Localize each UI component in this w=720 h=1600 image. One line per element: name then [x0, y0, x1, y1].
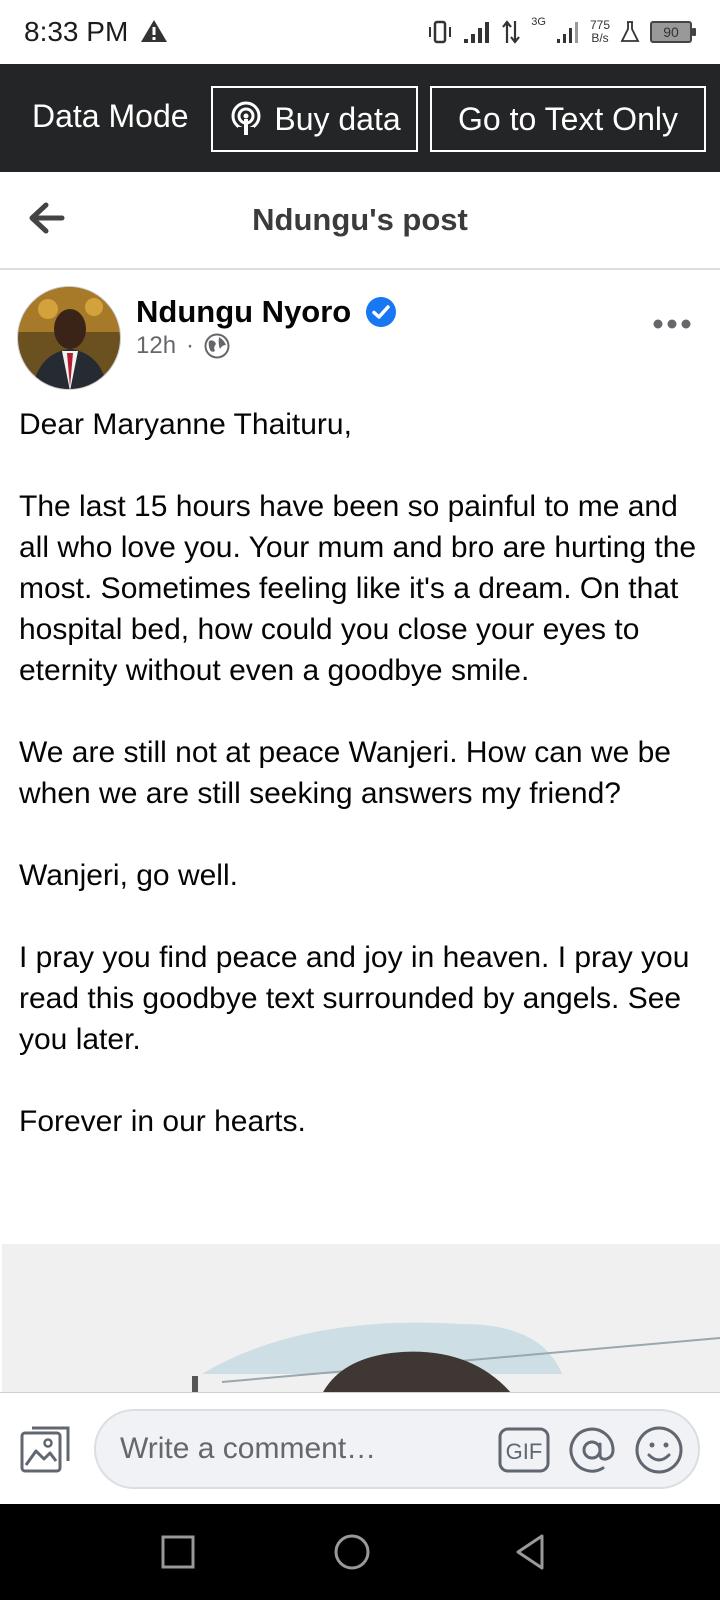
- net-speed: 775 B/s: [590, 19, 610, 45]
- emoji-icon[interactable]: [634, 1425, 684, 1475]
- more-options-icon[interactable]: [652, 318, 692, 330]
- buy-data-label: Buy data: [274, 100, 401, 137]
- status-bar: 8:33 PM 3G 775 B/s 90: [0, 0, 720, 64]
- data-mode-bar: Data Mode Buy data Go to Text Only: [0, 64, 720, 172]
- status-icons: 3G 775 B/s 90: [427, 14, 696, 50]
- data-mode-label: Data Mode: [32, 98, 189, 134]
- signal-3g-icon: [556, 22, 578, 43]
- system-nav-bar: [0, 1504, 720, 1600]
- net-speed-unit: B/s: [591, 31, 609, 45]
- photo-icon[interactable]: [20, 1425, 72, 1473]
- post-time[interactable]: 12h: [136, 332, 176, 360]
- page-title: Ndungu's post: [252, 202, 468, 237]
- svg-text:GIF: GIF: [506, 1439, 543, 1464]
- globe-icon: [204, 333, 230, 359]
- post-meta: 12h ·: [136, 332, 230, 360]
- battery-icon: 90: [650, 21, 696, 43]
- meta-separator: ·: [186, 332, 195, 359]
- mention-icon[interactable]: [567, 1425, 617, 1475]
- vibrate-icon: [429, 20, 452, 44]
- buy-data-button[interactable]: Buy data: [211, 86, 418, 152]
- post-image[interactable]: [2, 1244, 720, 1394]
- go-text-only-label: Go to Text Only: [458, 100, 678, 137]
- avatar[interactable]: [17, 286, 121, 390]
- verified-badge-icon: [366, 297, 396, 327]
- post-photo: [2, 1244, 720, 1394]
- avatar-photo: [18, 287, 120, 389]
- post-paragraph: Dear Maryanne Thaituru,: [19, 408, 352, 441]
- data-arrows-icon: [502, 20, 521, 44]
- post-paragraph: We are still not at peace Wanjeri. How c…: [19, 736, 671, 810]
- post-paragraph: Forever in our hearts.: [19, 1105, 306, 1138]
- broadcast-icon: [231, 101, 261, 135]
- home-icon[interactable]: [332, 1532, 372, 1572]
- recents-icon[interactable]: [158, 1532, 198, 1572]
- go-text-only-button[interactable]: Go to Text Only: [430, 86, 706, 152]
- lab-icon: [620, 21, 640, 42]
- author-name[interactable]: Ndungu Nyoro: [136, 294, 351, 330]
- signal-icon: [464, 22, 490, 43]
- post-header: Ndungu Nyoro 12h ·: [0, 280, 720, 396]
- comment-bar: GIF: [0, 1392, 720, 1504]
- post-paragraph: Wanjeri, go well.: [19, 859, 238, 892]
- back-icon[interactable]: [510, 1532, 550, 1572]
- post-paragraph: The last 15 hours have been so painful t…: [19, 490, 697, 687]
- post-paragraph: I pray you find peace and joy in heaven.…: [19, 941, 690, 1056]
- post-text: Dear Maryanne Thaituru, The last 15 hour…: [19, 404, 709, 1142]
- post-nav-bar: Ndungu's post: [0, 172, 720, 270]
- gif-icon[interactable]: GIF: [498, 1427, 550, 1473]
- status-time: 8:33 PM: [24, 16, 129, 47]
- warning-icon: [141, 20, 167, 42]
- network-type: 3G: [531, 16, 546, 28]
